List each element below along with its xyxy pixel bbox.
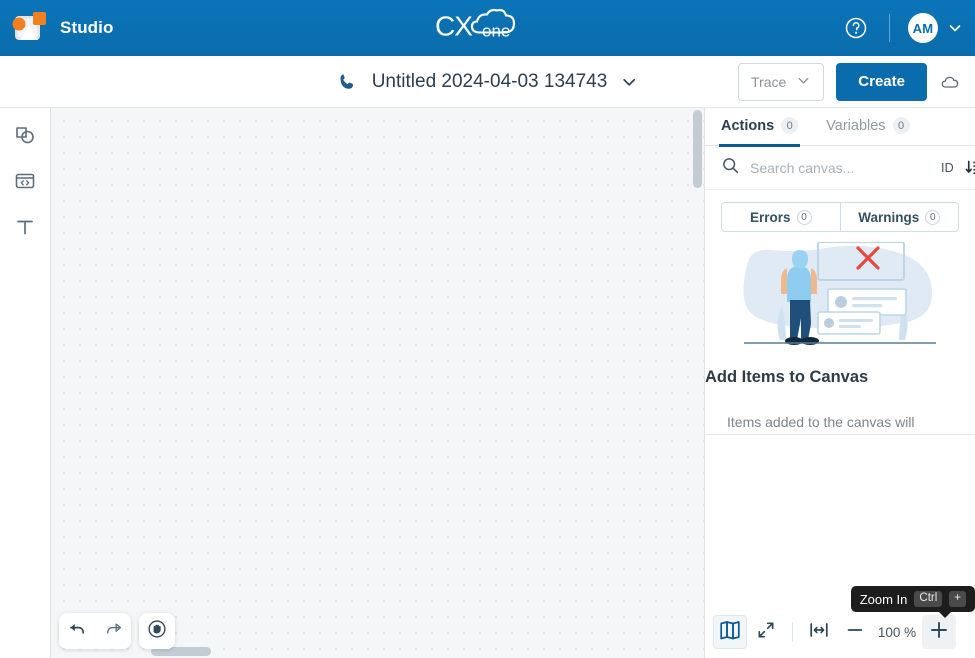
errors-label: Errors [749, 209, 791, 225]
fullscreen-button[interactable] [749, 615, 783, 649]
sidebar-item-code[interactable] [8, 168, 42, 198]
canvas-vertical-scrollbar[interactable] [693, 110, 702, 188]
zoom-in-tooltip: Zoom In Ctrl + [850, 586, 975, 618]
empty-state-title: Add Items to Canvas [705, 368, 869, 386]
tab-actions-label: Actions [721, 117, 775, 134]
undo-arrow-icon [67, 618, 88, 644]
fit-to-width-button[interactable] [802, 615, 836, 649]
trace-label: Trace [751, 73, 787, 90]
plus-icon [927, 618, 951, 647]
search-icon [721, 156, 740, 180]
phone-icon [337, 71, 359, 93]
warnings-filter-button[interactable]: Warnings 0 [839, 203, 958, 231]
warnings-badge: 0 [925, 209, 941, 225]
minus-icon [844, 619, 866, 646]
app-name-label: Studio [60, 18, 114, 37]
flow-title-group: Untitled 2024-04-03 134743 [337, 71, 639, 93]
tab-variables[interactable]: Variables 0 [826, 108, 910, 145]
minimap-toggle-button[interactable] [713, 615, 747, 649]
redo-button[interactable] [95, 613, 131, 649]
sort-descending-icon[interactable] [964, 158, 975, 177]
errors-filter-button[interactable]: Errors 0 [722, 203, 840, 231]
page-title: Untitled 2024-04-03 134743 [371, 70, 608, 92]
tooltip-key-plus: + [949, 591, 966, 607]
hand-pan-icon [146, 618, 168, 645]
chevron-down-icon[interactable] [947, 20, 963, 36]
expand-diagonal-icon [756, 620, 776, 645]
flow-toolbar: Untitled 2024-04-03 134743 Trace Create [0, 56, 975, 108]
studio-logo-icon [10, 8, 50, 48]
app-logo-area[interactable]: Studio [0, 8, 113, 48]
warnings-label: Warnings [858, 209, 920, 225]
app-header: Studio CX one AM [0, 0, 975, 56]
header-divider [889, 14, 890, 42]
code-window-icon [13, 169, 37, 198]
svg-text:one: one [482, 22, 510, 41]
history-controls [59, 613, 131, 649]
search-input[interactable] [750, 159, 931, 176]
chevron-down-icon [796, 73, 811, 91]
help-circle-icon[interactable] [839, 11, 873, 45]
left-tool-rail [0, 108, 51, 658]
avatar[interactable]: AM [908, 13, 938, 43]
tab-actions[interactable]: Actions 0 [718, 108, 801, 147]
person-empty-canvas-illustration [705, 242, 975, 352]
empty-state-description: Items added to the canvas will [727, 414, 915, 430]
panel-tabs: Actions 0 Variables 0 [705, 108, 975, 147]
text-tool-icon [13, 215, 37, 244]
redo-arrow-icon [103, 618, 124, 644]
tooltip-label: Zoom In [859, 591, 908, 607]
cxone-cloud-logo: CX one [433, 6, 543, 51]
trace-dropdown-button[interactable]: Trace [738, 62, 825, 101]
canvas-controls [59, 613, 175, 649]
flow-canvas[interactable] [51, 108, 704, 658]
toolbar-actions: Trace Create [738, 62, 963, 101]
right-panel: Actions 0 Variables 0 ID Errors 0 [704, 108, 975, 658]
tooltip-key-ctrl: Ctrl [914, 591, 943, 607]
zoom-separator [792, 622, 793, 642]
zoom-level-label: 100 % [877, 624, 917, 640]
header-actions: AM [839, 0, 963, 56]
chevron-down-icon[interactable] [620, 73, 638, 91]
svg-text:CX: CX [435, 11, 473, 42]
minimap-book-icon [718, 618, 742, 647]
errors-badge: 0 [796, 209, 812, 225]
undo-button[interactable] [59, 613, 95, 649]
fit-to-width-icon [808, 619, 830, 646]
zoom-controls: 100 % Zoom In Ctrl + [705, 586, 975, 658]
sidebar-item-text[interactable] [8, 214, 42, 244]
zoom-out-button[interactable] [838, 615, 872, 649]
tab-variables-badge: 0 [892, 117, 910, 134]
empty-state-illustration-wrap [705, 242, 975, 352]
tooltip-arrow [938, 611, 952, 618]
create-button[interactable]: Create [836, 62, 927, 101]
pan-controls [139, 613, 175, 649]
zoom-in-button[interactable] [922, 615, 956, 649]
tab-actions-badge: 0 [781, 117, 799, 134]
sort-field-label: ID [941, 160, 954, 175]
cloud-icon[interactable] [939, 70, 963, 94]
pan-tool-button[interactable] [139, 613, 175, 649]
panel-divider [705, 434, 975, 435]
search-row: ID [705, 146, 975, 190]
sidebar-item-shapes[interactable] [8, 122, 42, 152]
tab-variables-label: Variables [826, 117, 886, 134]
shapes-tool-icon [13, 123, 37, 152]
issue-filter-segmented: Errors 0 Warnings 0 [721, 202, 959, 232]
